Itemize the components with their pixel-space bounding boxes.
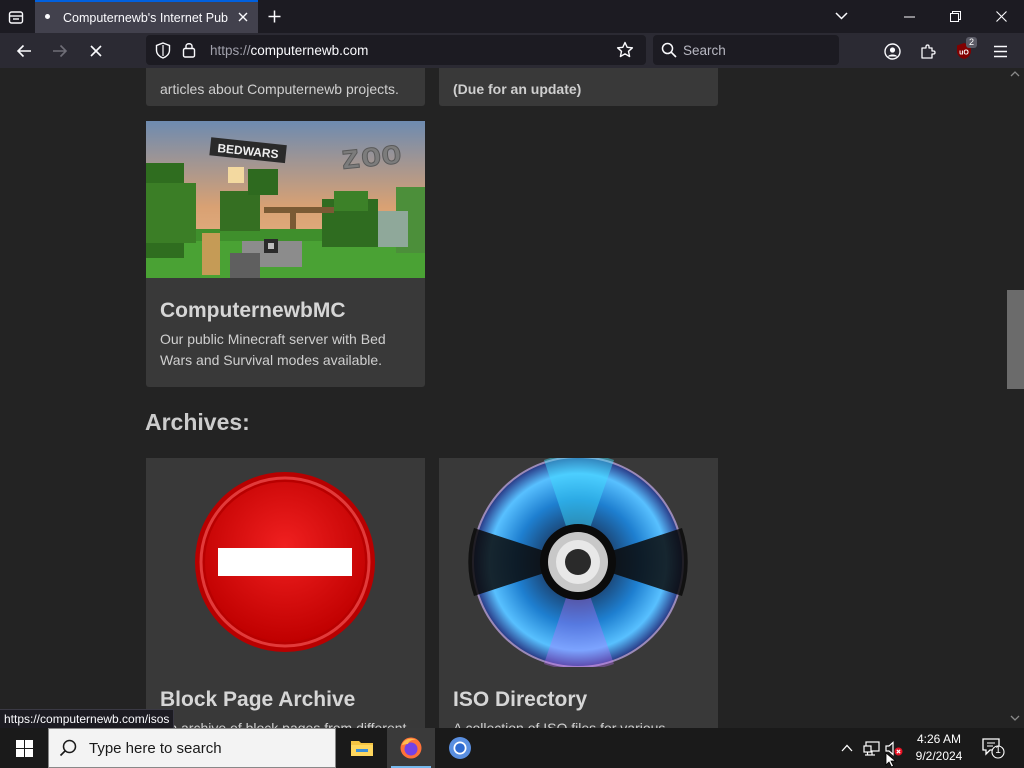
zoo-text: zoo — [339, 136, 404, 180]
card-description: A collection of ISO files for various — [453, 720, 666, 728]
extensions-button[interactable] — [913, 36, 943, 66]
card-description: (Due for an update) — [453, 81, 582, 97]
scroll-down-arrow-icon[interactable] — [1010, 715, 1020, 721]
card-title: ComputernewbMC — [160, 299, 346, 322]
stop-loading-button[interactable] — [81, 36, 111, 66]
search-bar[interactable]: Search — [653, 35, 839, 65]
tab-favicon-icon — [45, 14, 50, 19]
close-icon — [995, 11, 1007, 22]
tracking-protection-shield-icon — [155, 42, 171, 59]
card-description-line2: Wars and Survival modes available. — [160, 352, 383, 368]
chevron-up-icon — [841, 744, 853, 752]
notification-count-badge: 1 — [995, 745, 1001, 756]
puzzle-icon — [920, 43, 936, 59]
archives-heading: Archives: — [145, 409, 250, 435]
minimize-button[interactable] — [886, 0, 932, 33]
scrollbar-thumb[interactable] — [1007, 290, 1024, 389]
active-tab[interactable]: Computernewb's Internet Pub Hub — [35, 0, 258, 33]
project-card-partial-left[interactable]: articles about Computernewb projects. — [146, 68, 425, 106]
card-description-line1: Our public Minecraft server with Bed — [160, 331, 386, 347]
clock-time: 4:26 AM — [916, 732, 962, 746]
back-button[interactable] — [9, 36, 39, 66]
no-entry-sign-image — [146, 458, 425, 667]
windows-taskbar: Type here to search 4:26 AM 9/2/2024 1 — [0, 728, 1024, 768]
computernewbmc-card[interactable]: BEDWARS zoo ComputernewbMC Our public Mi… — [146, 121, 425, 387]
start-button[interactable] — [0, 728, 48, 768]
bookmark-star-icon[interactable] — [616, 41, 634, 59]
iso-directory-card[interactable]: ISO Directory A collection of ISO files … — [439, 458, 718, 728]
notification-icon — [982, 738, 1005, 759]
close-icon — [238, 12, 248, 22]
network-tray-button[interactable] — [861, 738, 881, 758]
url-protocol: https:// — [210, 43, 251, 58]
taskbar-firefox[interactable] — [387, 728, 435, 768]
restore-icon — [949, 11, 961, 22]
search-placeholder: Search — [683, 43, 726, 58]
firefox-view-button[interactable] — [3, 4, 29, 30]
page-content: articles about Computernewb projects. (D… — [0, 68, 1008, 728]
navigation-toolbar: https://computernewb.com Search uO 2 — [0, 33, 1024, 68]
minimize-icon — [903, 16, 915, 17]
arrow-right-icon — [53, 44, 68, 58]
chevron-down-icon — [834, 12, 848, 20]
taskbar-chromium[interactable] — [436, 728, 484, 768]
card-title: Block Page Archive — [160, 688, 356, 711]
action-center-button[interactable]: 1 — [980, 736, 1006, 760]
taskbar-clock[interactable]: 4:26 AM 9/2/2024 — [906, 731, 972, 765]
restore-button[interactable] — [932, 0, 978, 33]
lock-icon — [182, 43, 196, 58]
network-icon — [862, 740, 880, 756]
list-all-tabs-button[interactable] — [831, 6, 851, 26]
chromium-icon — [449, 737, 471, 759]
status-link-preview: https://computernewb.com/isos — [0, 709, 175, 728]
url-host: computernewb.com — [250, 43, 369, 58]
svg-text:uO: uO — [959, 50, 969, 57]
firefox-icon — [400, 737, 422, 759]
taskbar-search-box[interactable]: Type here to search — [48, 728, 336, 768]
minecraft-screenshot-image: BEDWARS zoo — [146, 121, 425, 278]
scroll-up-arrow-icon[interactable] — [1010, 71, 1020, 77]
tab-title: Computernewb's Internet Pub Hub — [63, 11, 228, 25]
clock-date: 9/2/2024 — [915, 749, 963, 763]
tab-strip: Computernewb's Internet Pub Hub — [0, 0, 1024, 33]
card-description: An archive of block pages from different — [160, 720, 407, 728]
show-hidden-icons-button[interactable] — [837, 738, 857, 758]
account-icon — [883, 42, 901, 60]
mouse-cursor-icon — [885, 752, 897, 768]
cd-disc-image — [439, 458, 718, 667]
project-card-partial-right[interactable]: (Due for an update) — [439, 68, 718, 106]
block-page-archive-card[interactable]: Block Page Archive An archive of block p… — [146, 458, 425, 728]
account-button[interactable] — [877, 36, 907, 66]
app-menu-button[interactable] — [985, 36, 1015, 66]
stop-icon — [90, 45, 102, 57]
close-window-button[interactable] — [978, 0, 1024, 33]
address-bar[interactable]: https://computernewb.com — [146, 35, 646, 65]
taskbar-search-placeholder: Type here to search — [89, 740, 222, 757]
hamburger-menu-icon — [993, 45, 1007, 57]
arrow-left-icon — [16, 44, 31, 58]
taskbar-file-explorer[interactable] — [338, 728, 386, 768]
new-tab-button[interactable] — [263, 5, 285, 27]
folder-icon — [351, 741, 373, 756]
ublock-origin-button[interactable]: uO 2 — [949, 36, 979, 66]
url-text: https://computernewb.com — [210, 43, 368, 58]
forward-button[interactable] — [45, 36, 75, 66]
plus-icon — [268, 10, 280, 22]
windows-logo-icon — [15, 739, 33, 757]
card-title: ISO Directory — [453, 688, 588, 711]
card-description: articles about Computernewb projects. — [160, 81, 399, 97]
search-icon — [661, 42, 677, 58]
ublock-count-badge: 2 — [966, 37, 978, 48]
tab-close-button[interactable] — [234, 8, 252, 26]
search-icon — [59, 739, 77, 757]
page-scrollbar[interactable] — [1008, 68, 1024, 728]
firefox-view-icon — [8, 11, 24, 24]
